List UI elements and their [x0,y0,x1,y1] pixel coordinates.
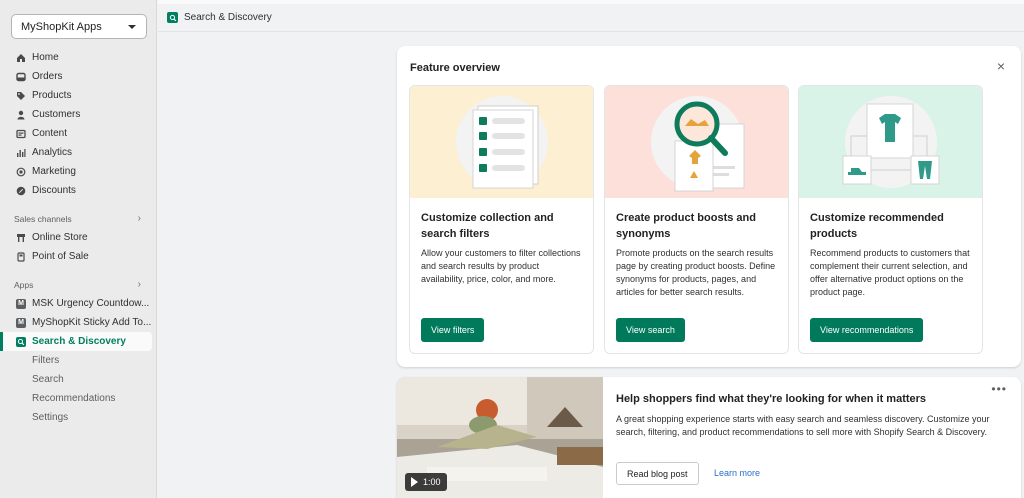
sidebar-item-home[interactable]: Home [0,48,157,67]
sidebar-item-online-store[interactable]: Online Store [0,228,157,247]
sidebar-item-label: Online Store [32,232,88,243]
apps-header[interactable]: Apps › [0,275,157,294]
sales-channels-header[interactable]: Sales channels › [0,209,157,228]
sidebar-item-orders[interactable]: Orders [0,67,157,86]
discount-icon [16,186,26,196]
store-switcher[interactable]: MyShopKit Apps [11,14,147,39]
section-label: Apps [14,279,34,290]
app-title-bar: Search & Discovery [158,4,1024,32]
learn-more-link[interactable]: Learn more [714,468,760,478]
app-logo-icon: M [16,298,26,309]
sidebar-item-app-sticky[interactable]: M MyShopKit Sticky Add To... [0,313,157,332]
view-recommendations-button[interactable]: View recommendations [810,318,924,342]
person-icon [16,110,26,120]
sidebar-item-label: Products [32,90,72,101]
home-icon [16,53,26,63]
content-icon [16,129,26,139]
feature-overview-card: Feature overview × Customize collection … [397,46,1021,367]
blog-card: 1:00 Help shoppers find what they're loo… [397,377,1021,498]
sidebar: MyShopKit Apps Home Orders Products Cust… [0,0,157,498]
filters-illustration [410,86,593,198]
sidebar-item-marketing[interactable]: Marketing [0,162,157,181]
sidebar-subitem-search[interactable]: Search [0,370,157,389]
tile-heading: Customize recommended products [810,212,944,240]
sidebar-item-label: Home [32,52,59,63]
feature-tile-filters: Customize collection and search filters … [409,85,594,354]
feature-tile-recommendations: Customize recommended products Recommend… [798,85,983,354]
sidebar-item-point-of-sale[interactable]: Point of Sale [0,247,157,266]
sidebar-item-label: MSK Urgency Countdow... [32,298,150,309]
chevron-right-icon: › [137,213,141,224]
close-icon[interactable]: × [997,59,1005,73]
card-title: Feature overview [410,62,500,74]
tile-heading: Customize collection and search filters [421,212,554,240]
sidebar-item-customers[interactable]: Customers [0,105,157,124]
view-search-button[interactable]: View search [616,318,685,342]
tile-description: Recommend products to customers that com… [810,248,970,297]
sidebar-item-discounts[interactable]: Discounts [0,181,157,200]
main-nav: Home Orders Products Customers Content A… [0,48,157,427]
search-icon [16,336,26,347]
sidebar-item-label: Analytics [32,147,73,158]
view-filters-button[interactable]: View filters [421,318,485,342]
tag-icon [16,91,26,101]
page-title: Search & Discovery [184,12,272,23]
bar-chart-icon [16,148,26,158]
tile-description: Promote products on the search results p… [616,248,776,297]
store-name: MyShopKit Apps [21,20,102,33]
sidebar-item-search-discovery[interactable]: Search & Discovery [0,332,152,351]
blog-heading: Help shoppers find what they're looking … [616,393,927,405]
video-duration-badge[interactable]: 1:00 [405,473,447,491]
search-icon [167,12,178,23]
sidebar-item-label: Customers [32,109,81,120]
sidebar-item-label: MyShopKit Sticky Add To... [32,317,152,328]
chevron-down-icon [128,24,136,29]
section-label: Sales channels [14,213,72,224]
tile-heading: Create product boosts and synonyms [616,212,756,240]
play-icon [411,477,418,487]
sidebar-item-label: Content [32,128,68,139]
tile-description: Allow your customers to filter collectio… [421,248,581,284]
target-icon [16,167,26,177]
search-illustration [605,86,788,198]
store-icon [16,233,26,243]
sidebar-item-products[interactable]: Products [0,86,157,105]
video-duration: 1:00 [423,477,441,487]
sidebar-item-label: Point of Sale [32,251,89,262]
sidebar-item-label: Marketing [32,166,76,177]
read-blog-post-button[interactable]: Read blog post [616,462,699,485]
sidebar-item-label: Orders [32,71,63,82]
sidebar-subitem-settings[interactable]: Settings [0,408,157,427]
orders-icon [16,72,26,82]
pos-icon [16,251,26,262]
sidebar-item-label: Search & Discovery [32,336,126,347]
sidebar-item-app-urgency[interactable]: M MSK Urgency Countdow... [0,294,157,313]
sidebar-item-analytics[interactable]: Analytics [0,143,157,162]
recommendations-illustration [799,86,982,198]
chevron-right-icon: › [137,279,141,290]
blog-description: A great shopping experience starts with … [616,414,990,437]
sidebar-subitem-recommendations[interactable]: Recommendations [0,389,157,408]
sidebar-item-label: Discounts [32,185,76,196]
feature-tile-search: Create product boosts and synonyms Promo… [604,85,789,354]
sidebar-item-content[interactable]: Content [0,124,157,143]
video-thumbnail[interactable]: 1:00 [397,377,603,498]
more-actions-icon[interactable]: ••• [991,382,1007,396]
app-logo-icon: M [16,317,26,328]
sidebar-subitem-filters[interactable]: Filters [0,351,157,370]
